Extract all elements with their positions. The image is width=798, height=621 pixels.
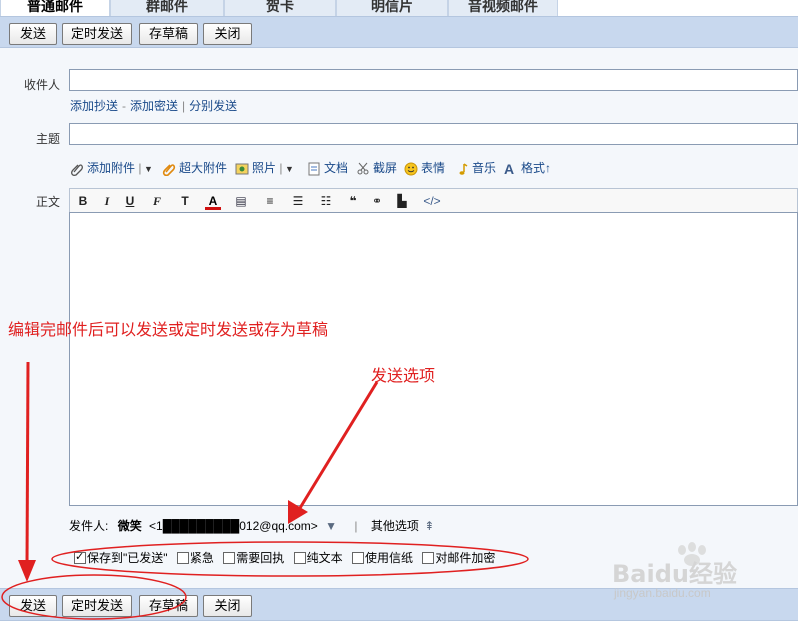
screenshot-button[interactable]: 截屏 [356, 158, 397, 178]
clear-format-button[interactable]: ▙ [394, 192, 410, 210]
checkbox-icon[interactable] [351, 552, 364, 564]
quote-button[interactable]: ❝ [346, 192, 360, 210]
send-separately-link[interactable]: 分别发送 [189, 99, 237, 113]
send-options-row: 保存到"已发送" 紧急 需要回执 纯文本 使用信纸 对邮件加密 [74, 549, 495, 569]
sender-label: 发件人: [69, 519, 109, 533]
music-note-icon [459, 163, 468, 175]
document-icon [308, 162, 320, 176]
option-urgent[interactable]: 紧急 [176, 551, 214, 565]
format-a-icon: A [504, 160, 515, 177]
add-cc-link[interactable]: 添加抄送 [70, 99, 118, 113]
editor-body[interactable] [69, 212, 798, 506]
more-options-link[interactable]: 其他选项 [371, 519, 419, 533]
tab-group-mail[interactable]: 群邮件 [110, 0, 224, 16]
sender-name: 微笑 [117, 519, 142, 533]
html-source-button[interactable]: </> [418, 192, 446, 210]
watermark-url: jingyan.baidu.com [614, 586, 711, 600]
italic-button[interactable]: I [100, 192, 114, 210]
font-color-button[interactable]: A [205, 192, 221, 210]
checkbox-icon[interactable] [176, 552, 189, 564]
checkbox-icon[interactable] [422, 552, 435, 564]
sender-dropdown-icon[interactable]: ▼ [325, 519, 337, 533]
link-button[interactable]: ⚭ [368, 192, 386, 210]
bottom-close-button[interactable]: 关闭 [203, 595, 252, 617]
bottom-send-button[interactable]: 发送 [9, 595, 57, 617]
option-plain-text[interactable]: 纯文本 [293, 551, 343, 565]
tab-postcard[interactable]: 明信片 [336, 0, 448, 16]
option-encrypt[interactable]: 对邮件加密 [422, 551, 495, 565]
schedule-send-button[interactable]: 定时发送 [62, 23, 132, 45]
checkbox-icon[interactable] [293, 552, 306, 564]
to-label: 收件人 [23, 78, 60, 92]
send-button[interactable]: 发送 [9, 23, 57, 45]
option-save-sent[interactable]: 保存到"已发送" [74, 550, 168, 565]
large-attachment-button[interactable]: 超大附件 [162, 158, 227, 178]
save-draft-button[interactable]: 存草稿 [139, 23, 198, 45]
background-color-button[interactable]: ▤ [232, 192, 250, 210]
close-button[interactable]: 关闭 [203, 23, 252, 45]
option-receipt[interactable]: 需要回执 [223, 551, 284, 565]
smiley-icon [404, 162, 418, 176]
editor-toolbar: B I U F T A ▤ ≡ ☰ ☷ ❝ ⚭ ▙ </> [69, 188, 798, 212]
tab-greeting-card[interactable]: 贺卡 [224, 0, 336, 16]
indent-button[interactable]: ☷ [316, 192, 336, 210]
paperclip-icon [71, 164, 83, 176]
music-button[interactable]: 音乐 [455, 158, 496, 178]
baidu-watermark: Baidu经验 jingyan.baidu.com [610, 538, 770, 608]
add-bcc-link[interactable]: 添加密送 [130, 99, 178, 113]
watermark-brand: Baidu经验 [612, 560, 737, 588]
sender-row: 发件人: 微笑 <1█████████012@qq.com> ▼ | 其他选项 … [69, 519, 435, 533]
tab-video-mail[interactable]: 音视频邮件 [448, 0, 558, 16]
photo-icon [235, 163, 249, 175]
align-button[interactable]: ≡ [260, 192, 280, 210]
subject-label: 主题 [35, 132, 60, 146]
tab-bar: 普通邮件 群邮件 贺卡 明信片 音视频邮件 [0, 0, 798, 16]
format-button[interactable]: A 格式↑ [504, 158, 551, 178]
annotation-edit-hint: 编辑完邮件后可以发送或定时发送或存为草稿 [8, 320, 329, 339]
sender-email[interactable]: <1█████████012@qq.com> [149, 519, 318, 533]
underline-button[interactable]: U [123, 192, 137, 210]
tab-normal-mail[interactable]: 普通邮件 [0, 0, 110, 16]
checkbox-icon[interactable] [223, 552, 236, 564]
document-button[interactable]: 文档 [307, 158, 348, 178]
subject-input[interactable] [69, 123, 798, 145]
add-attachment-button[interactable]: 添加附件 | ▼ [70, 158, 153, 178]
bold-button[interactable]: B [76, 192, 90, 210]
collapse-up-icon[interactable]: ⇞ [424, 519, 434, 533]
font-size-button[interactable]: T [176, 192, 194, 210]
top-toolbar: 发送 定时发送 存草稿 关闭 [0, 16, 798, 48]
checkbox-checked-icon[interactable] [74, 550, 86, 564]
list-button[interactable]: ☰ [288, 192, 308, 210]
to-input[interactable] [69, 69, 798, 91]
paperclip-orange-icon [162, 164, 176, 176]
font-family-button[interactable]: F [148, 192, 166, 210]
recipient-links: 添加抄送 - 添加密送 | 分别发送 [70, 99, 238, 113]
emoji-button[interactable]: 表情 [404, 158, 445, 178]
annotation-send-options: 发送选项 [371, 366, 436, 385]
body-label: 正文 [35, 195, 60, 209]
scissors-icon [357, 162, 369, 175]
bottom-save-draft-button[interactable]: 存草稿 [139, 595, 198, 617]
option-stationery[interactable]: 使用信纸 [351, 551, 413, 565]
photo-button[interactable]: 照片 | ▼ [235, 158, 294, 178]
bottom-schedule-send-button[interactable]: 定时发送 [62, 595, 132, 617]
